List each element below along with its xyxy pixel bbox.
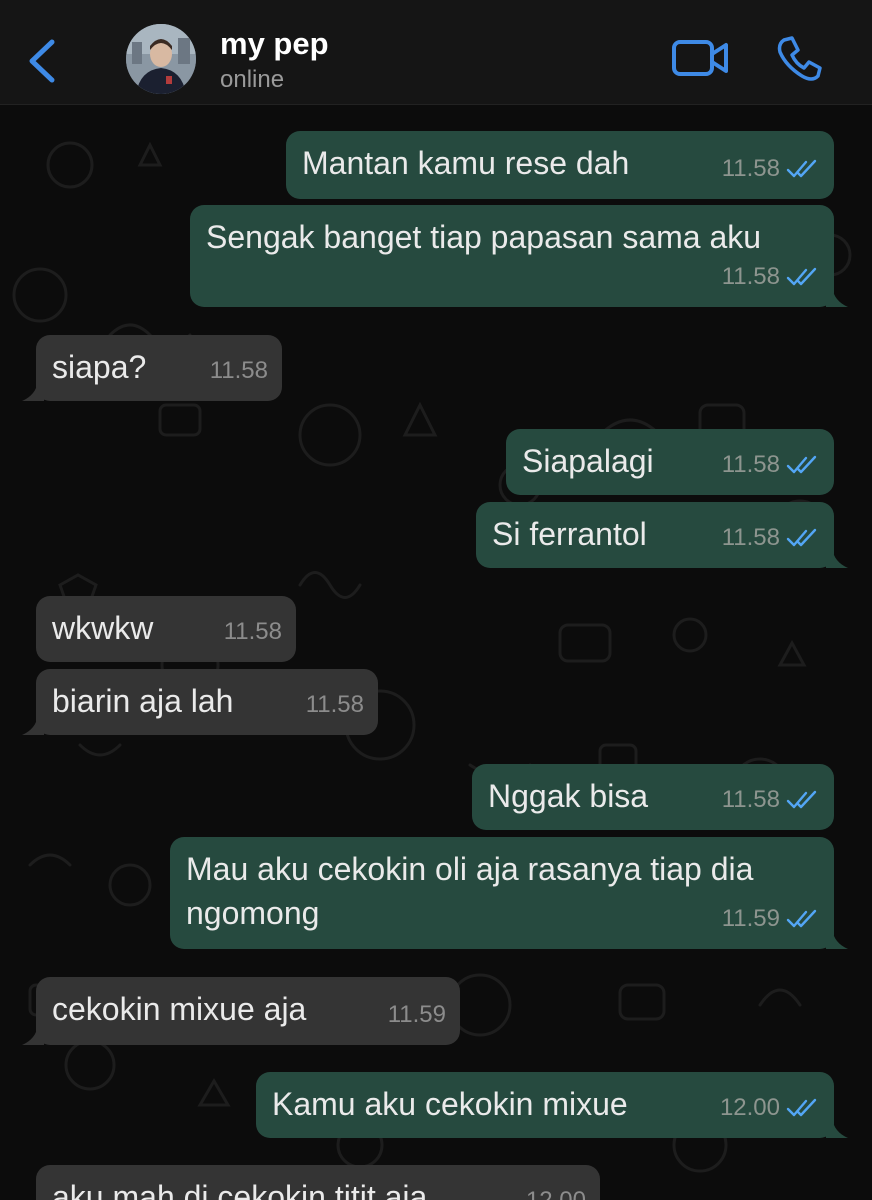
message-time: 11.58: [305, 691, 364, 718]
outgoing-message[interactable]: Mau aku cekokin oli aja rasanya tiap dia…: [170, 837, 848, 949]
bubble-tail: [826, 1118, 848, 1138]
message-time: 11.59: [387, 1001, 446, 1028]
message-text: Si ferrantol: [492, 516, 647, 552]
message-time: 11.58: [721, 524, 780, 551]
message-text: Sengak banget tiap papasan sama aku: [206, 219, 762, 255]
outgoing-message[interactable]: Si ferrantol 11.58: [476, 502, 848, 568]
incoming-message[interactable]: siapa? 11.58: [22, 335, 282, 401]
message-text: Nggak bisa: [488, 778, 649, 814]
message-text: aku mah di cekokin titit aja: [52, 1179, 428, 1200]
contact-status: online: [220, 66, 285, 93]
message-meta: 11.58: [722, 516, 820, 560]
message-meta: 11.58: [722, 443, 820, 487]
read-double-tick-icon: [786, 455, 817, 474]
message-meta: 11.58: [722, 255, 820, 299]
message-text: Mantan kamu rese dah: [302, 145, 630, 181]
outgoing-message[interactable]: Nggak bisa 11.58: [472, 764, 834, 830]
incoming-message[interactable]: biarin aja lah 11.58: [22, 669, 378, 735]
read-double-tick-icon: [786, 790, 817, 809]
message-time: 11.58: [223, 618, 282, 645]
message-time: 11.58: [209, 357, 268, 384]
outgoing-message[interactable]: Siapalagi 11.58: [506, 429, 834, 495]
chat-header: my pep online: [0, 0, 872, 105]
contact-avatar[interactable]: [126, 24, 196, 94]
outgoing-message[interactable]: Sengak banget tiap papasan sama aku 11.5…: [190, 205, 848, 307]
message-text: Mau aku cekokin oli aja rasanya tiap dia…: [186, 851, 754, 931]
message-text: siapa?: [52, 349, 147, 385]
message-time: 12.00: [526, 1179, 586, 1200]
message-time: 11.59: [721, 905, 780, 932]
bubble-tail: [826, 548, 848, 568]
read-double-tick-icon: [786, 909, 817, 928]
video-call-icon[interactable]: [670, 36, 730, 80]
message-meta: 11.59: [388, 993, 446, 1037]
bubble-tail: [826, 287, 848, 307]
incoming-message[interactable]: cekokin mixue aja 11.59: [22, 977, 460, 1045]
message-meta: 12.00: [720, 1086, 820, 1130]
message-meta: 11.58: [224, 610, 282, 654]
bubble-tail: [22, 1025, 44, 1045]
incoming-message[interactable]: aku mah di cekokin titit aja 12.00: [36, 1165, 600, 1200]
bubble-tail: [22, 381, 44, 401]
message-time: 12.00: [719, 1094, 780, 1121]
message-meta: 11.58: [210, 349, 268, 393]
bubble-tail: [826, 929, 848, 949]
message-meta: 11.58: [722, 147, 820, 191]
message-meta: 11.58: [722, 778, 820, 822]
contact-name[interactable]: my pep: [220, 26, 329, 62]
message-time: 11.58: [721, 263, 780, 290]
message-text: Siapalagi: [522, 443, 654, 479]
incoming-message[interactable]: wkwkw 11.58: [36, 596, 296, 662]
back-chevron-icon[interactable]: [24, 34, 60, 88]
message-time: 11.58: [721, 786, 780, 813]
outgoing-message[interactable]: Mantan kamu rese dah 11.58: [286, 131, 834, 199]
message-time: 11.58: [721, 451, 780, 478]
read-double-tick-icon: [786, 267, 817, 286]
bubble-tail: [22, 715, 44, 735]
message-list[interactable]: Mantan kamu rese dah 11.58 Sengak banget…: [0, 105, 872, 1200]
outgoing-message[interactable]: Kamu aku cekokin mixue 12.00: [256, 1072, 848, 1138]
message-text: cekokin mixue aja: [52, 991, 307, 1027]
message-text: biarin aja lah: [52, 683, 234, 719]
read-double-tick-icon: [786, 1098, 817, 1117]
message-text: wkwkw: [52, 610, 154, 646]
message-time: 11.58: [721, 155, 780, 182]
message-text: Kamu aku cekokin mixue: [272, 1086, 628, 1122]
read-double-tick-icon: [786, 528, 817, 547]
message-meta: 11.59: [722, 897, 820, 941]
phone-call-icon[interactable]: [774, 34, 824, 84]
message-meta: 11.58: [306, 683, 364, 727]
read-double-tick-icon: [786, 159, 817, 178]
message-meta: 12.00: [526, 1179, 586, 1200]
